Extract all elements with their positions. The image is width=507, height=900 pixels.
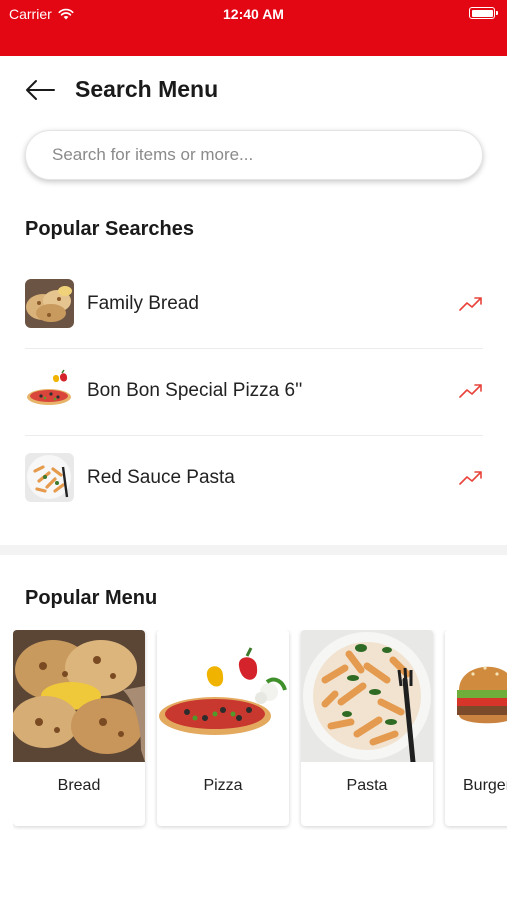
menu-card-bread[interactable]: Bread bbox=[13, 630, 145, 826]
menu-card-label: Bread bbox=[57, 777, 101, 794]
section-divider bbox=[0, 545, 507, 555]
popular-search-label: Family Bread bbox=[87, 293, 199, 314]
battery-icon bbox=[469, 7, 498, 19]
menu-card-label: Burger St bbox=[463, 777, 507, 794]
trending-up-icon bbox=[459, 297, 482, 311]
bread-image bbox=[13, 630, 145, 762]
popular-menu-title: Popular Menu bbox=[25, 587, 158, 609]
menu-card-label: Pizza bbox=[203, 777, 243, 794]
popular-search-label: Red Sauce Pasta bbox=[87, 467, 235, 488]
popular-searches-list: Family Bread Bon Bon Special Pizza 6'' R… bbox=[25, 262, 483, 523]
menu-card-pizza[interactable]: Pizza bbox=[157, 630, 289, 826]
bread-thumbnail bbox=[25, 279, 74, 328]
header: Search Menu bbox=[0, 56, 507, 124]
popular-search-item[interactable]: Family Bread bbox=[25, 262, 483, 349]
popular-search-label: Bon Bon Special Pizza 6'' bbox=[87, 380, 303, 401]
popular-searches-title: Popular Searches bbox=[25, 218, 194, 240]
back-button[interactable] bbox=[24, 76, 58, 104]
pizza-image bbox=[157, 630, 289, 762]
pasta-image bbox=[301, 630, 433, 762]
popular-search-item[interactable]: Red Sauce Pasta bbox=[25, 436, 483, 523]
menu-card-burger[interactable]: Burger St bbox=[445, 630, 507, 826]
status-bar: Carrier 12:40 AM bbox=[0, 0, 507, 56]
search-input[interactable] bbox=[26, 131, 482, 179]
popular-search-item[interactable]: Bon Bon Special Pizza 6'' bbox=[25, 349, 483, 436]
search-bar[interactable] bbox=[25, 130, 483, 180]
trending-up-icon bbox=[459, 384, 482, 398]
popular-menu-carousel[interactable]: Bread Pizza Pasta Burger bbox=[13, 630, 507, 830]
pizza-thumbnail bbox=[25, 366, 74, 415]
menu-card-label: Pasta bbox=[346, 777, 388, 794]
status-time: 12:40 AM bbox=[223, 6, 284, 22]
burger-image bbox=[445, 630, 507, 762]
pasta-thumbnail bbox=[25, 453, 74, 502]
page-title: Search Menu bbox=[75, 76, 219, 102]
trending-up-icon bbox=[459, 471, 482, 485]
back-arrow-icon bbox=[26, 80, 55, 100]
menu-card-pasta[interactable]: Pasta bbox=[301, 630, 433, 826]
